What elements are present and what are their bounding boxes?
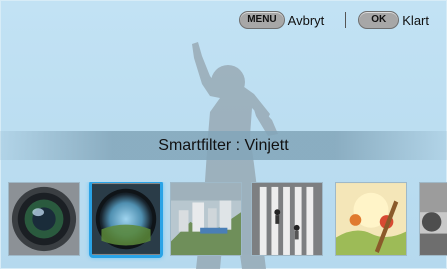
painting-icon bbox=[336, 183, 406, 255]
done-label[interactable]: Klart bbox=[402, 13, 429, 28]
cancel-label[interactable]: Avbryt bbox=[288, 13, 325, 28]
filter-name: Smartfilter : Vinjett bbox=[158, 137, 289, 154]
filter-thumb-vignette[interactable] bbox=[89, 182, 163, 258]
filter-name-banner: Smartfilter : Vinjett bbox=[0, 131, 447, 160]
ok-key-badge[interactable]: OK bbox=[358, 11, 400, 29]
miniature-icon bbox=[171, 183, 241, 255]
crosswalk-icon bbox=[252, 183, 322, 255]
camera-lens-icon bbox=[9, 183, 79, 255]
filter-thumb-partial[interactable] bbox=[419, 182, 447, 256]
partial-thumbnail-icon bbox=[420, 183, 447, 255]
hint-separator bbox=[345, 12, 347, 28]
vignette-icon bbox=[92, 184, 160, 254]
menu-key-badge[interactable]: MENU bbox=[239, 11, 285, 29]
filter-thumb-painting[interactable] bbox=[335, 182, 407, 256]
filter-thumb-lens[interactable] bbox=[8, 182, 80, 256]
filter-thumb-miniature[interactable] bbox=[170, 182, 242, 256]
filter-thumbnail-strip bbox=[0, 182, 447, 262]
filter-thumb-crosswalk[interactable] bbox=[251, 182, 323, 256]
button-hint-bar: MENU Avbryt OK Klart bbox=[239, 10, 429, 30]
